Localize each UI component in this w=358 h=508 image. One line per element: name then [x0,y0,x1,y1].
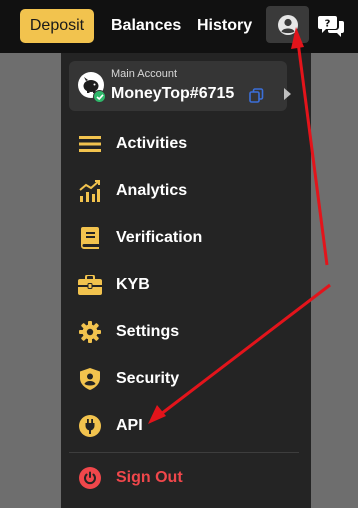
deposit-button[interactable]: Deposit [20,9,94,43]
briefcase-icon [78,273,102,297]
menu-divider [69,452,299,453]
menu-label: Verification [116,229,203,246]
account-name: MoneyTop#6715 [111,85,235,102]
menu-item-kyb[interactable]: KYB [61,265,311,305]
menu-label: Activities [116,135,188,152]
menu-item-verification[interactable]: Verification [61,218,311,258]
shield-user-icon [78,367,102,391]
menu-label: Analytics [116,182,188,199]
user-menu-button[interactable] [266,6,309,43]
gear-icon [78,320,102,344]
svg-text:?: ? [325,19,331,30]
menu-label: Settings [116,323,180,340]
menu-item-security[interactable]: Security [61,359,311,399]
top-navbar: Deposit Balances History ? [0,0,358,53]
menu-label: Sign Out [116,469,183,486]
account-dropdown-menu: Main Account MoneyTop#6715 Activities An… [61,53,311,508]
menu-item-sign-out[interactable]: Sign Out [61,458,311,498]
copy-icon[interactable] [249,88,264,103]
chevron-right-icon[interactable] [284,88,291,100]
menu-item-activities[interactable]: Activities [61,124,311,164]
menu-label: API [116,417,143,434]
nav-balances-link[interactable]: Balances [111,17,181,35]
book-icon [78,226,102,250]
menu-label: KYB [116,276,150,293]
menu-item-settings[interactable]: Settings [61,312,311,352]
account-type-label: Main Account [111,68,178,80]
menu-item-api[interactable]: API [61,406,311,446]
plug-icon [78,414,102,438]
verified-check-icon [93,90,106,103]
nav-history-link[interactable]: History [197,17,252,35]
menu-label: Security [116,370,180,387]
menu-item-analytics[interactable]: Analytics [61,171,311,211]
account-switcher[interactable]: Main Account MoneyTop#6715 [69,61,291,111]
chart-icon [78,179,102,203]
user-circle-icon [277,14,298,35]
help-chat-icon[interactable]: ? [318,14,344,38]
list-icon [78,132,102,156]
power-icon [78,466,102,490]
